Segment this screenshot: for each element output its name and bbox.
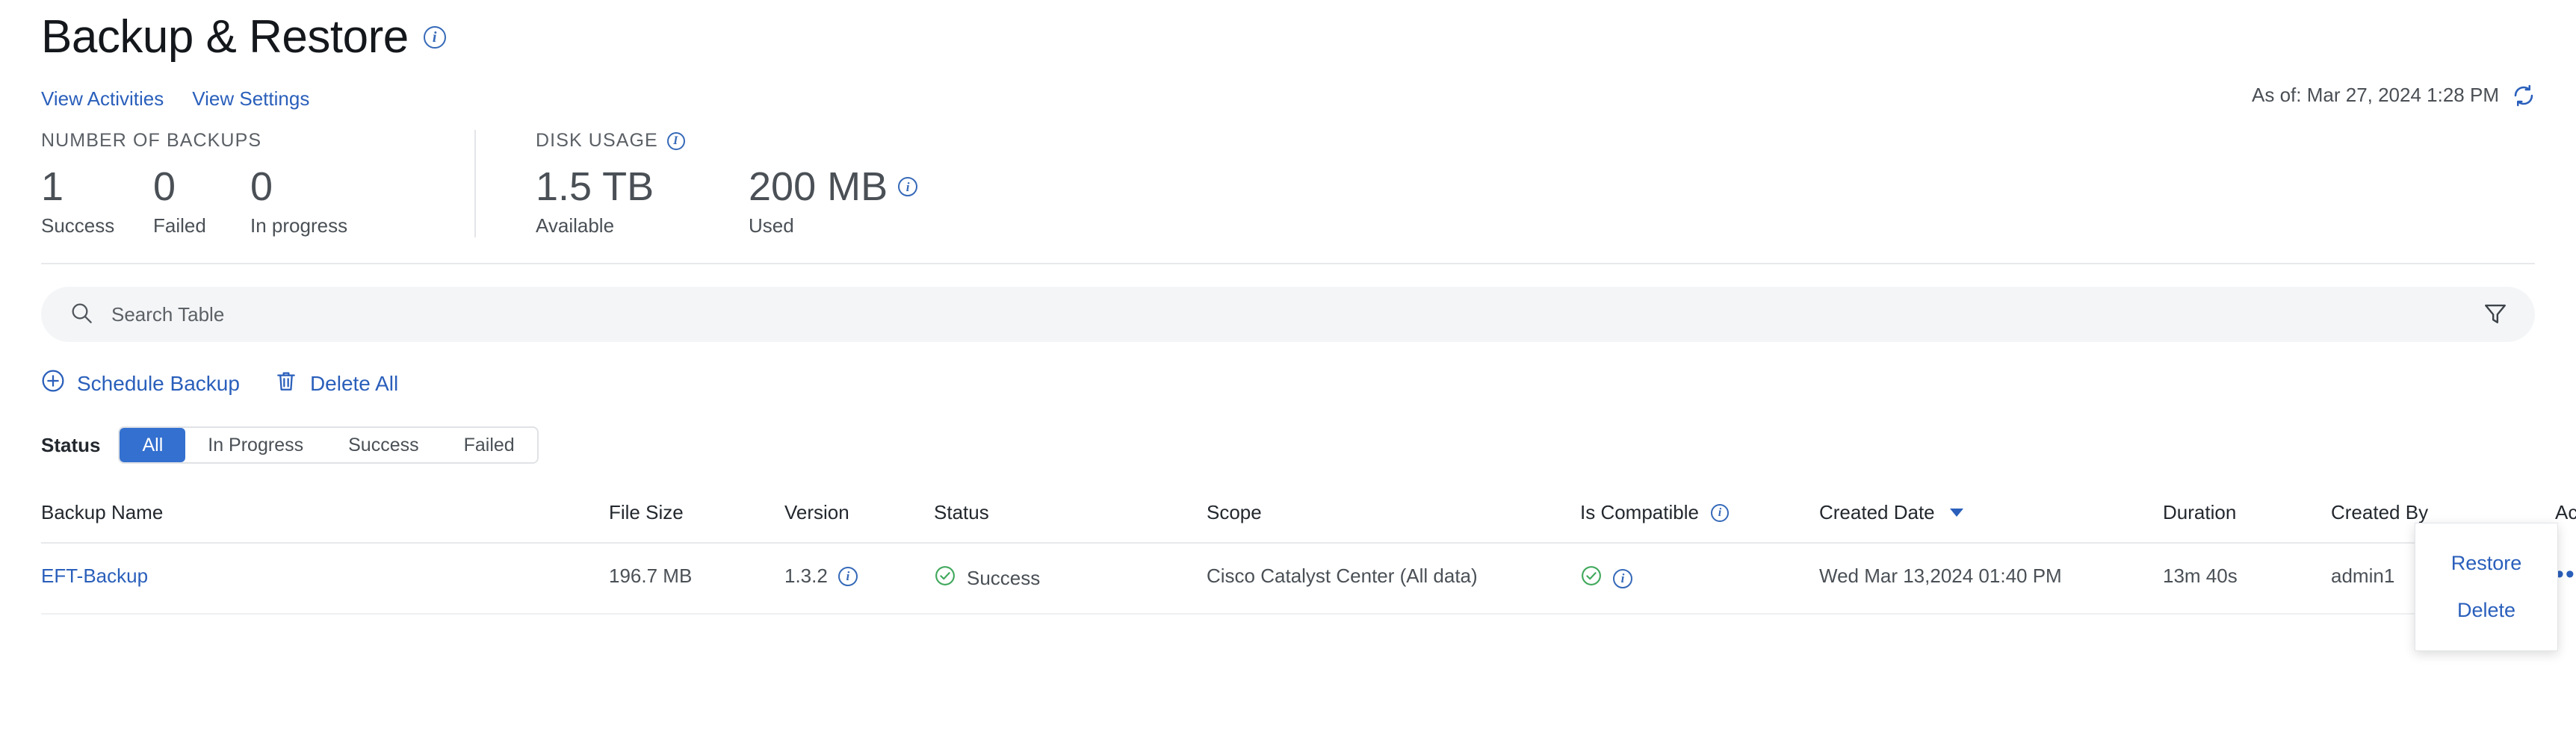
schedule-backup-label: Schedule Backup — [77, 371, 240, 395]
schedule-backup-button[interactable]: Schedule Backup — [41, 369, 240, 398]
trash-icon — [274, 369, 298, 398]
section-divider — [41, 263, 2535, 265]
backups-table: Backup Name File Size Version Status Sco… — [41, 492, 2576, 615]
stat-failed-value: 0 — [153, 164, 176, 210]
stat-used-value: 200 MB — [749, 164, 888, 210]
stat-failed-label: Failed — [153, 214, 206, 237]
col-file-size[interactable]: File Size — [609, 492, 784, 544]
cell-created-date: Wed Mar 13,2024 01:40 PM — [1819, 543, 2163, 615]
table-row: EFT-Backup 196.7 MB 1.3.2 i Success Cisc… — [41, 543, 2576, 615]
status-filter-row: Status All In Progress Success Failed — [41, 426, 2535, 464]
col-version[interactable]: Version — [784, 492, 934, 544]
stat-success-value: 1 — [41, 164, 64, 210]
actions-dropdown-menu: Restore Delete — [2415, 523, 2558, 651]
cell-status: Success — [934, 543, 1207, 615]
dropdown-item-restore[interactable]: Restore — [2415, 540, 2557, 587]
number-of-backups-heading: NUMBER OF BACKUPS — [41, 130, 262, 152]
stat-success: 1 Success — [41, 164, 153, 237]
delete-all-button[interactable]: Delete All — [274, 369, 398, 398]
is-compatible-row-info-icon[interactable]: i — [1613, 568, 1632, 588]
search-bar[interactable] — [41, 287, 2535, 343]
col-duration[interactable]: Duration — [2163, 492, 2331, 544]
cell-scope: Cisco Catalyst Center (All data) — [1207, 543, 1580, 615]
title-row: Backup & Restore i — [41, 0, 2535, 63]
number-of-backups-block: NUMBER OF BACKUPS 1 Success 0 Failed 0 I… — [41, 130, 474, 237]
refresh-icon[interactable] — [2512, 84, 2535, 107]
col-backup-name[interactable]: Backup Name — [41, 492, 609, 544]
stat-used-label: Used — [749, 214, 794, 237]
status-filter-success[interactable]: Success — [326, 428, 441, 462]
compatible-check-circle-icon — [1580, 565, 1603, 592]
cell-backup-name: EFT-Backup — [41, 543, 609, 615]
cell-is-compatible: i — [1580, 543, 1819, 615]
delete-all-label: Delete All — [309, 371, 399, 395]
stat-success-label: Success — [41, 214, 115, 237]
page-title: Backup & Restore — [41, 11, 409, 63]
search-input[interactable] — [111, 287, 2483, 343]
status-filter-all[interactable]: All — [120, 428, 186, 463]
is-compatible-info-icon[interactable]: i — [1710, 503, 1729, 522]
status-filter-label: Status — [41, 433, 101, 456]
status-filter-failed[interactable]: Failed — [442, 428, 537, 462]
search-icon — [69, 301, 93, 329]
version-value: 1.3.2 — [784, 565, 828, 588]
table-header: Backup Name File Size Version Status Sco… — [41, 492, 2576, 544]
dropdown-item-delete[interactable]: Delete — [2415, 587, 2557, 634]
col-scope[interactable]: Scope — [1207, 492, 1580, 544]
backup-name-link[interactable]: EFT-Backup — [41, 565, 148, 587]
disk-used-info-icon[interactable]: i — [898, 177, 918, 197]
col-status[interactable]: Status — [934, 492, 1207, 544]
cell-version: 1.3.2 i — [784, 543, 934, 615]
table-actions-row: Schedule Backup Delete All — [41, 369, 2535, 398]
stat-available-label: Available — [536, 214, 615, 237]
status-filter-segmented-control: All In Progress Success Failed — [118, 426, 539, 464]
sort-desc-icon — [1949, 509, 1963, 517]
as-of-text: As of: Mar 27, 2024 1:28 PM — [2252, 84, 2499, 107]
check-circle-icon — [934, 565, 956, 592]
plus-circle-icon — [41, 369, 65, 398]
table-header-row: Backup Name File Size Version Status Sco… — [41, 492, 2576, 544]
cell-file-size: 196.7 MB — [609, 543, 784, 615]
backup-restore-page: Backup & Restore i View Activities View … — [0, 0, 2576, 743]
kebab-menu-icon[interactable]: ••• — [2555, 560, 2576, 588]
status-filter-in-progress[interactable]: In Progress — [185, 428, 326, 462]
view-settings-link[interactable]: View Settings — [192, 87, 309, 111]
stat-used: 200 MB i Used — [749, 164, 973, 237]
col-created-date[interactable]: Created Date — [1819, 492, 2163, 544]
col-is-compatible[interactable]: Is Compatible i — [1580, 492, 1819, 544]
backups-table-wrap: Backup Name File Size Version Status Sco… — [41, 492, 2576, 615]
disk-usage-block: DISK USAGE i 1.5 TB Available 200 MB i U… — [474, 130, 1018, 238]
stat-available-value: 1.5 TB — [536, 164, 654, 210]
version-info-icon[interactable]: i — [837, 566, 858, 586]
view-activities-link[interactable]: View Activities — [41, 87, 164, 111]
title-info-icon[interactable]: i — [423, 26, 446, 49]
table-body: EFT-Backup 196.7 MB 1.3.2 i Success Cisc… — [41, 543, 2576, 615]
stat-in-progress-label: In progress — [250, 214, 348, 237]
disk-usage-info-icon[interactable]: i — [666, 131, 685, 150]
as-of-group: As of: Mar 27, 2024 1:28 PM — [2252, 84, 2535, 107]
stat-failed: 0 Failed — [153, 164, 250, 237]
stat-in-progress-value: 0 — [250, 164, 273, 210]
filter-icon[interactable] — [2483, 300, 2508, 329]
stats-row: NUMBER OF BACKUPS 1 Success 0 Failed 0 I… — [41, 130, 2535, 263]
cell-duration: 13m 40s — [2163, 543, 2331, 615]
status-value: Success — [967, 567, 1041, 590]
header-links-row: View Activities View Settings As of: Mar… — [41, 84, 2535, 114]
stat-in-progress: 0 In progress — [250, 164, 430, 237]
disk-usage-heading: DISK USAGE i — [536, 130, 973, 152]
stat-available: 1.5 TB Available — [536, 164, 749, 237]
